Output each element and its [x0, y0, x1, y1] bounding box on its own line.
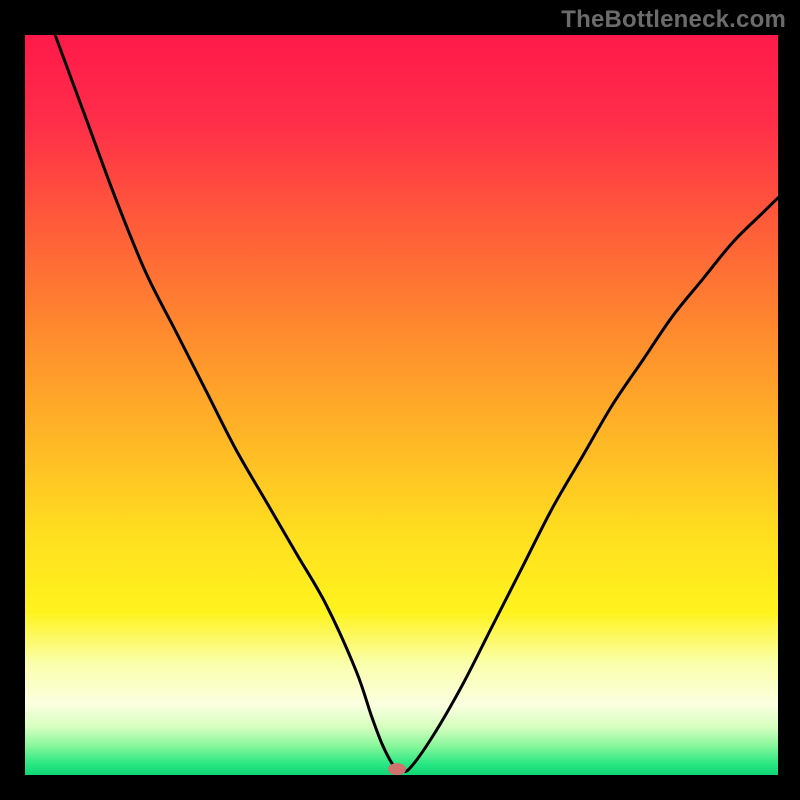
- bottleneck-curve: [55, 35, 778, 771]
- optimum-marker: [388, 763, 406, 775]
- figure-root: TheBottleneck.com: [0, 0, 800, 800]
- watermark-text: TheBottleneck.com: [561, 6, 786, 34]
- curve-layer: [25, 35, 778, 775]
- plot-area: [25, 35, 778, 775]
